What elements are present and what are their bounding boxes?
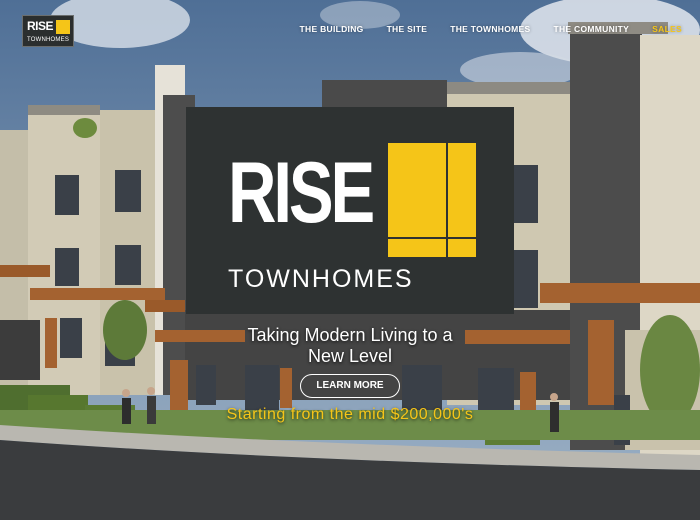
logo-word: RISE — [27, 19, 54, 33]
logo-subtitle: TOWNHOMES — [27, 37, 70, 43]
nav-item-sales[interactable]: SALES — [652, 24, 682, 34]
brand-square-divider — [388, 237, 476, 239]
tagline-line-1: Taking Modern Living to a — [247, 325, 453, 345]
hero-brand-subtitle: TOWNHOMES — [228, 265, 414, 293]
nav-links: THE BUILDING THE SITE THE TOWNHOMES THE … — [300, 24, 682, 34]
hero-brand-word: RISE — [228, 145, 375, 241]
brand-square-icon — [388, 143, 476, 257]
top-navigation: RISE TOWNHOMES THE BUILDING THE SITE THE… — [0, 0, 700, 64]
nav-item-the-building[interactable]: THE BUILDING — [300, 24, 364, 34]
learn-more-button[interactable]: LEARN MORE — [300, 374, 400, 398]
logo-square-icon — [56, 20, 70, 34]
hero-tagline: Taking Modern Living to a New Level — [200, 325, 500, 367]
nav-item-the-site[interactable]: THE SITE — [387, 24, 428, 34]
tagline-line-2: New Level — [307, 346, 393, 366]
nav-item-the-townhomes[interactable]: THE TOWNHOMES — [450, 24, 530, 34]
site-logo[interactable]: RISE TOWNHOMES — [22, 15, 74, 47]
brand-square-divider — [446, 143, 448, 257]
nav-item-the-community[interactable]: THE COMMUNITY — [553, 24, 629, 34]
price-text: Starting from the mid $200,000's — [226, 406, 474, 423]
